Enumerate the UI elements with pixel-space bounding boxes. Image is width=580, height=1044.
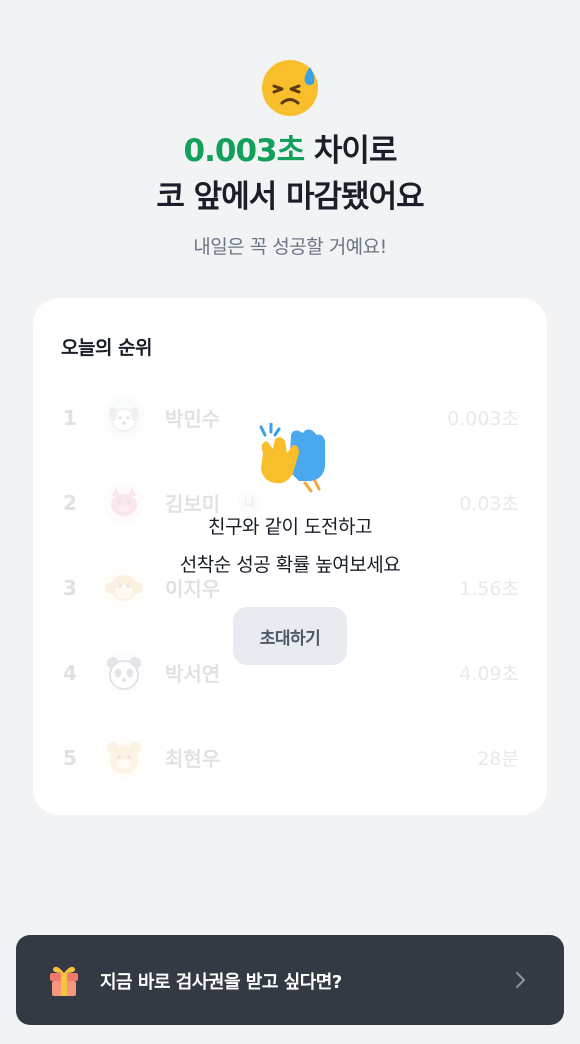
panda-avatar-icon: [103, 651, 145, 694]
invite-message: 친구와 같이 도전하고 선착순 성공 확률 높여보세요: [33, 508, 547, 584]
gift-icon: [50, 966, 78, 996]
ticket-banner[interactable]: 지금 바로 검사권을 받고 싶다면?: [16, 935, 564, 1025]
ranking-title: 오늘의 순위: [61, 337, 153, 359]
headline-line-1-rest: 차이로: [304, 133, 398, 169]
invite-message-line-1: 친구와 같이 도전하고: [208, 516, 372, 538]
rank-time: 0.003초: [447, 408, 519, 430]
rank-number: 4: [63, 660, 77, 685]
banner-text: 지금 바로 검사권을 받고 싶다면?: [100, 972, 342, 993]
ranking-card: 오늘의 순위 1 박민수 0.003초 2 김보미 나 0.03초 3 이지우 …: [33, 298, 547, 815]
rank-name: 박서연: [165, 662, 221, 686]
headline-line-2: 코 앞에서 마감됐어요: [156, 179, 424, 215]
invite-message-line-2: 선착순 성공 확률 높여보세요: [179, 554, 401, 576]
headline-line-1: 0.003초 차이로: [0, 128, 580, 174]
invite-button[interactable]: 초대하기: [233, 607, 347, 665]
rank-number: 5: [63, 745, 77, 770]
ranking-row: 5 최현우 28분: [33, 715, 547, 800]
rank-name: 박민수: [165, 407, 221, 431]
dog-avatar-icon: [103, 396, 145, 439]
chevron-right-icon: [516, 972, 525, 988]
time-gap-value: 0.003초: [183, 133, 306, 169]
encouragement-text: 내일은 꼭 성공할 거예요!: [193, 236, 387, 258]
bear-avatar-icon: [103, 736, 145, 779]
sweat-face-icon: [262, 60, 318, 116]
high-five-icon: [259, 423, 325, 493]
rank-name: 최현우: [165, 747, 221, 771]
rank-time: 28분: [477, 748, 519, 770]
rank-time: 4.09초: [459, 663, 519, 685]
rank-number: 1: [63, 405, 77, 430]
result-headline: 0.003초 차이로 코 앞에서 마감됐어요: [0, 128, 580, 220]
